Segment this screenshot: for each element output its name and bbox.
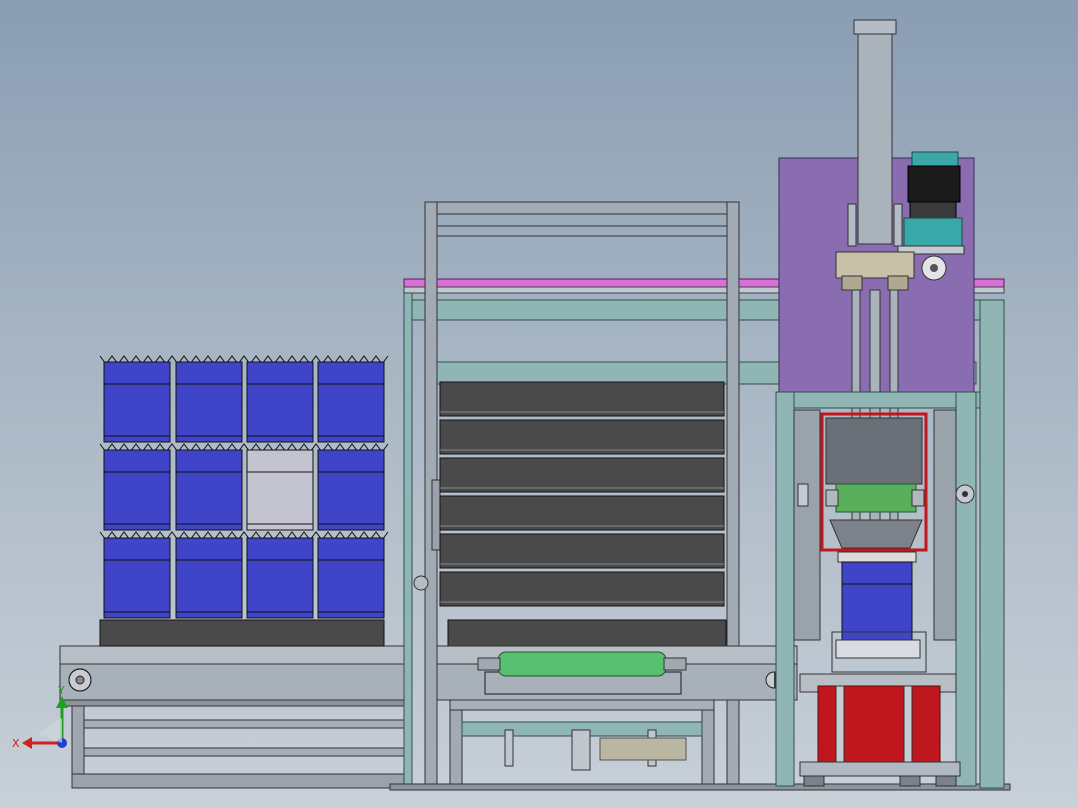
stacked-pallet — [439, 457, 725, 493]
clamp-block — [835, 483, 917, 513]
drum — [103, 361, 171, 443]
capping-station — [775, 19, 1005, 789]
stacked-pallet — [439, 571, 725, 607]
drum — [175, 361, 243, 443]
drum-under-capper — [841, 561, 913, 641]
drum — [103, 449, 171, 531]
lift-cylinder — [857, 33, 893, 245]
side-clamp-icon — [413, 575, 429, 591]
axis-triad: X Y — [12, 684, 68, 750]
drum — [175, 449, 243, 531]
drum — [317, 361, 385, 443]
drum — [246, 361, 314, 443]
stacked-pallet — [439, 381, 725, 417]
stacked-pallet — [439, 419, 725, 455]
conveyor-end-roller-icon — [68, 668, 92, 692]
palletizer-assembly-drawing: X Y — [12, 19, 1011, 791]
drum-pallet — [99, 619, 385, 647]
drum — [317, 537, 385, 619]
cad-viewport[interactable]: X Y — [0, 0, 1078, 808]
drum — [246, 449, 314, 531]
stacked-pallet — [439, 533, 725, 569]
drum — [246, 537, 314, 619]
green-roller — [497, 651, 667, 677]
axis-y-label: Y — [57, 684, 65, 697]
pallet-magazine — [439, 381, 725, 607]
drum — [317, 449, 385, 531]
drum — [175, 537, 243, 619]
axis-x-label: X — [12, 737, 20, 750]
infeed-conveyor — [59, 645, 406, 789]
drum — [103, 537, 171, 619]
stacked-pallet — [439, 495, 725, 531]
drum-stack — [99, 355, 389, 619]
